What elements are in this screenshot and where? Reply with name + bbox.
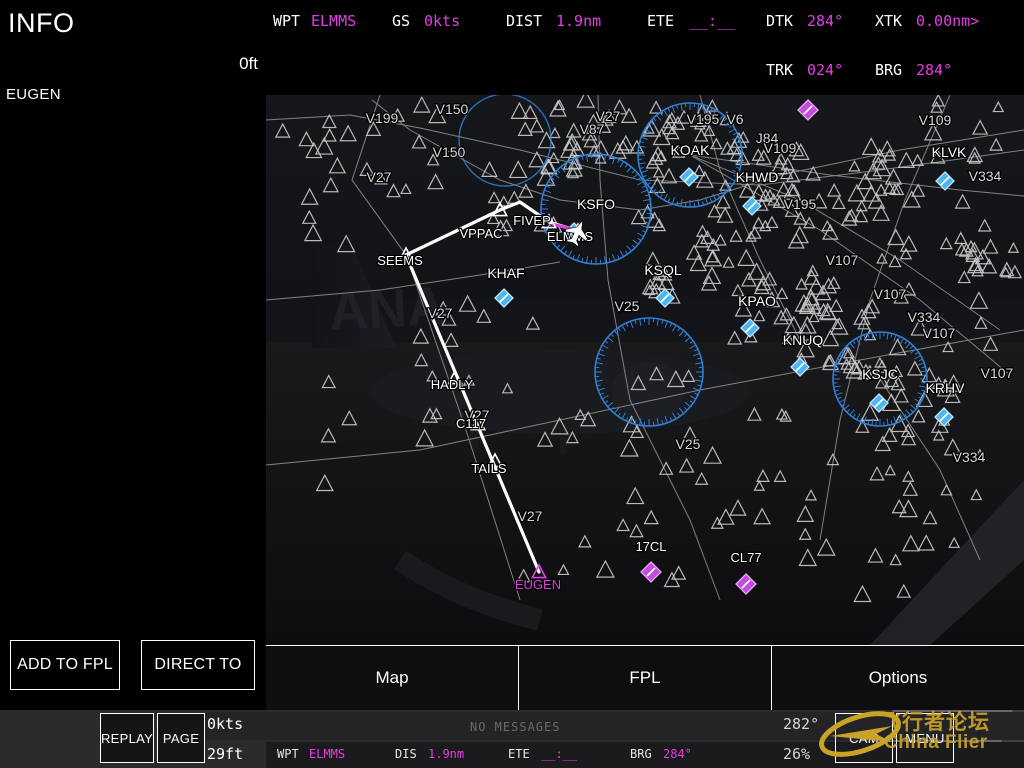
svg-text:V199: V199 — [366, 110, 399, 126]
svg-text:V107: V107 — [826, 252, 859, 268]
moving-map[interactable]: ANA V199 V150 V150 V27 V27 V27 V27 V87 V… — [266, 95, 1024, 645]
replay-button[interactable]: REPLAY — [100, 713, 154, 763]
svg-text:V334: V334 — [953, 449, 986, 465]
groundspeed-readout: 0kts — [207, 715, 244, 733]
ete-label: ETE — [647, 12, 675, 30]
svg-text:V195: V195 — [784, 196, 817, 212]
brg-value: 284° — [916, 61, 953, 79]
fpl-dis-value: 1.9nm — [428, 747, 465, 761]
svg-text:SEEMS: SEEMS — [377, 253, 423, 268]
svg-text:KOAK: KOAK — [671, 142, 711, 158]
info-panel: INFO 0ft EUGEN ADD TO FPL DIRECT TO — [0, 0, 266, 710]
svg-text:KHWD: KHWD — [736, 169, 779, 185]
add-to-fpl-button[interactable]: ADD TO FPL — [10, 640, 120, 690]
throttle-readout: 26% — [783, 745, 811, 763]
svg-text:FIVEP: FIVEP — [513, 213, 551, 228]
tab-options-label: Options — [868, 668, 928, 687]
page-button[interactable]: PAGE — [157, 713, 205, 763]
nav-data-strip: WPT ELMMS GS 0kts DIST 1.9nm ETE __:__ D… — [266, 0, 1024, 95]
fpl-brg-value: 284° — [663, 747, 692, 761]
svg-text:V150: V150 — [433, 144, 466, 160]
dist-value: 1.9nm — [556, 12, 602, 30]
info-altitude: 0ft — [239, 54, 258, 73]
svg-text:V27: V27 — [367, 169, 392, 185]
svg-text:CL77: CL77 — [730, 550, 761, 565]
info-ident: EUGEN — [6, 86, 61, 103]
svg-text:KPAO: KPAO — [738, 293, 776, 309]
app-root: INFO 0ft EUGEN ADD TO FPL DIRECT TO WPT … — [0, 0, 1024, 768]
page-title: INFO — [8, 8, 75, 38]
svg-text:HADLY: HADLY — [431, 377, 474, 392]
fpl-dis-label: DIS — [395, 747, 417, 761]
svg-text:KSJC: KSJC — [862, 366, 898, 382]
xtk-value: 0.00nm> — [916, 12, 980, 30]
tab-fpl-label: FPL — [629, 668, 661, 687]
svg-text:V109: V109 — [764, 140, 797, 156]
message-text: NO MESSAGES — [470, 720, 561, 734]
gs-value: 0kts — [424, 12, 461, 30]
svg-text:C117: C117 — [456, 416, 486, 431]
gs-label: GS — [392, 12, 411, 30]
svg-text:V6: V6 — [726, 111, 743, 127]
fpl-wpt-label: WPT — [277, 747, 299, 761]
svg-text:KLVK: KLVK — [932, 144, 967, 160]
fpl-wpt-value: ELMMS — [309, 747, 346, 761]
trk-value: 024° — [807, 61, 844, 79]
map-canvas[interactable]: ANA V199V150V150V27V27V27V27V87V27 V195 … — [266, 95, 1024, 645]
watermark-en-text: China Flier — [884, 732, 988, 753]
heading-readout: 282° — [783, 715, 820, 733]
svg-text:KSQL: KSQL — [644, 262, 682, 278]
svg-text:V27: V27 — [596, 108, 621, 124]
svg-text:V334: V334 — [908, 309, 941, 325]
svg-text:V25: V25 — [615, 298, 640, 314]
svg-text:KSFO: KSFO — [577, 196, 615, 212]
dist-label: DIST — [506, 12, 543, 30]
svg-text:V107: V107 — [874, 286, 907, 302]
wpt-value: ELMMS — [311, 12, 357, 30]
dtk-label: DTK — [766, 12, 794, 30]
svg-text:EUGEN: EUGEN — [515, 577, 561, 592]
svg-text:17CL: 17CL — [635, 539, 666, 554]
wpt-label: WPT — [273, 12, 301, 30]
svg-text:V334: V334 — [969, 168, 1002, 184]
tab-map-label: Map — [375, 668, 409, 687]
direct-to-button[interactable]: DIRECT TO — [141, 640, 255, 690]
svg-text:V195: V195 — [687, 111, 720, 127]
xtk-label: XTK — [875, 12, 903, 30]
svg-text:V27: V27 — [428, 305, 453, 321]
fpl-brg-label: BRG — [630, 747, 652, 761]
tab-options[interactable]: Options — [772, 646, 1024, 710]
svg-text:KHAF: KHAF — [487, 265, 524, 281]
svg-text:VPPAC: VPPAC — [459, 226, 502, 241]
svg-text:KNUQ: KNUQ — [783, 332, 824, 348]
svg-text:V107: V107 — [981, 365, 1014, 381]
brg-label: BRG — [875, 61, 903, 79]
svg-text:V107: V107 — [923, 325, 956, 341]
svg-text:KRHV: KRHV — [926, 380, 966, 396]
svg-text:V25: V25 — [676, 436, 701, 452]
fpl-ete-value: __:__ — [541, 747, 578, 761]
tab-fpl[interactable]: FPL — [519, 646, 772, 710]
svg-text:V150: V150 — [436, 101, 469, 117]
svg-text:V27: V27 — [518, 508, 543, 524]
svg-text:V109: V109 — [919, 112, 952, 128]
fpl-ete-label: ETE — [508, 747, 530, 761]
svg-text:TAILS: TAILS — [471, 461, 506, 476]
tab-map[interactable]: Map — [266, 646, 519, 710]
tab-bar[interactable]: Map FPL Options — [266, 645, 1024, 710]
trk-label: TRK — [766, 61, 794, 79]
ete-value: __:__ — [690, 12, 736, 30]
altitude-readout: 29ft — [207, 745, 244, 763]
dtk-value: 284° — [807, 12, 844, 30]
